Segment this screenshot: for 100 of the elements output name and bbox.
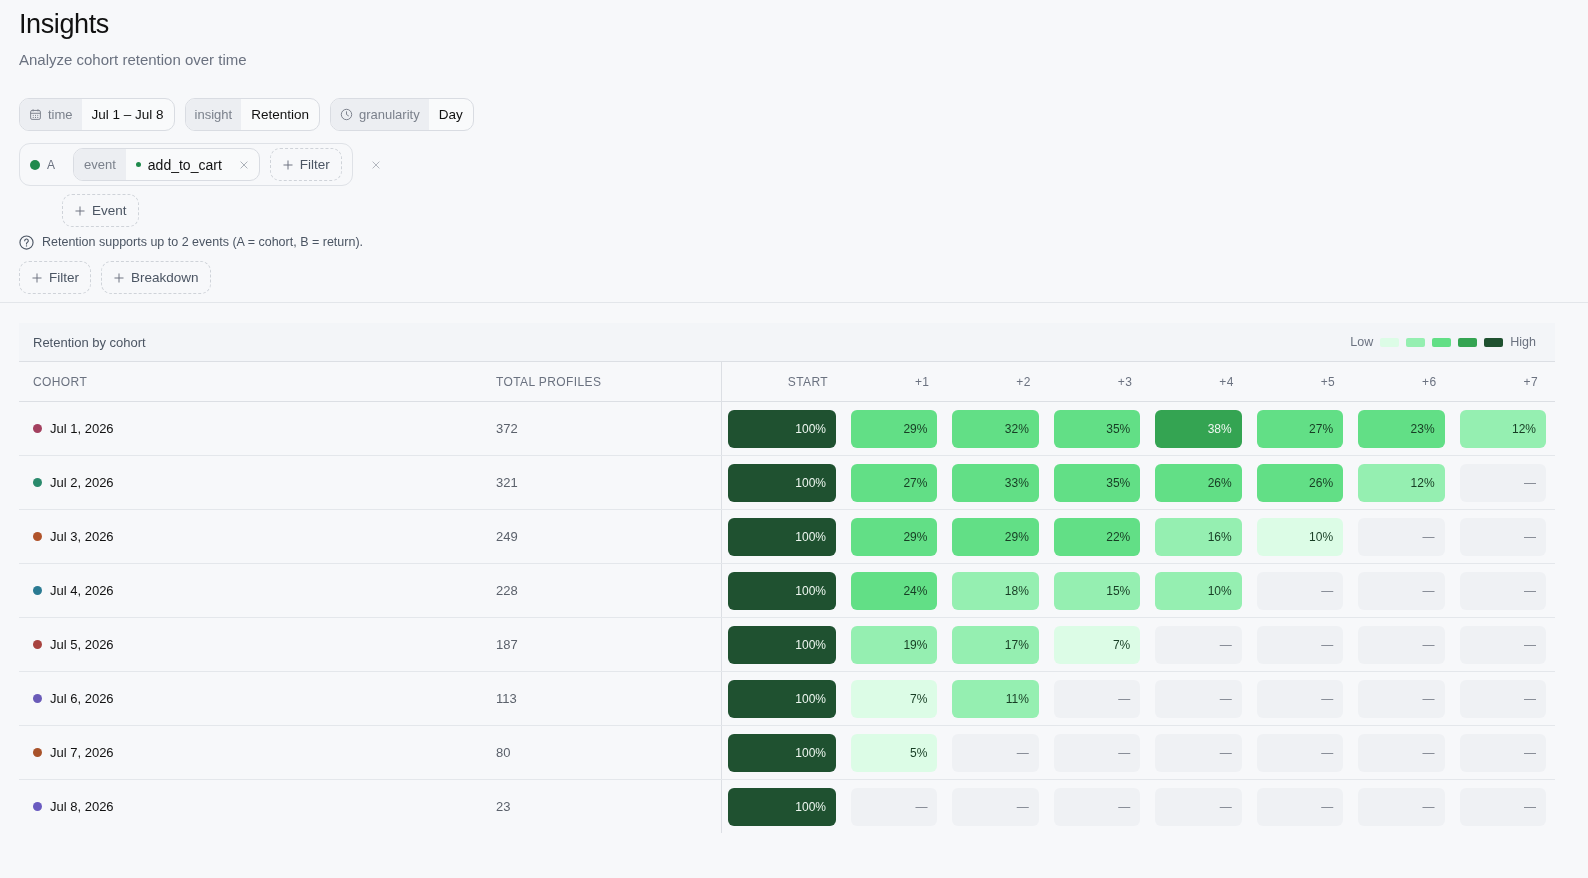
retention-cell: 33% xyxy=(952,463,1039,502)
empty-cell: — xyxy=(1358,517,1445,556)
add-filter-button[interactable]: Filter xyxy=(19,261,91,294)
plus-icon xyxy=(31,271,43,284)
date-range-selector[interactable]: time Jul 1 – Jul 8 xyxy=(19,98,175,131)
calendar-icon xyxy=(29,108,42,121)
column-header: TOTAL PROFILES xyxy=(496,374,602,389)
empty-cell: — xyxy=(952,733,1039,772)
retention-cell: 10% xyxy=(1256,517,1344,556)
empty-cell: — xyxy=(1053,679,1141,718)
column-header: +2 xyxy=(1016,374,1031,389)
empty-cell: — xyxy=(1358,733,1445,772)
retention-cell: 5% xyxy=(851,733,938,772)
retention-cell: 100% xyxy=(728,787,836,826)
retention-cell: 23% xyxy=(1358,409,1445,448)
retention-cell: 16% xyxy=(1155,517,1242,556)
empty-cell: — xyxy=(1358,679,1445,718)
profile-count: 372 xyxy=(496,421,518,436)
hint-text: Retention supports up to 2 events (A = cohort, B = return). xyxy=(42,235,363,249)
help-icon xyxy=(19,234,34,250)
empty-cell: — xyxy=(1358,787,1445,826)
profile-count: 80 xyxy=(496,745,511,760)
retention-cell: 7% xyxy=(1053,625,1141,664)
empty-cell: — xyxy=(1256,679,1344,718)
empty-cell: — xyxy=(1256,733,1344,772)
column-header: START xyxy=(787,374,828,389)
empty-cell: — xyxy=(1155,679,1242,718)
retention-cell: 12% xyxy=(1358,463,1445,502)
profile-count: 249 xyxy=(496,529,518,544)
retention-cell: 27% xyxy=(851,463,938,502)
retention-cell: 27% xyxy=(1256,409,1344,448)
profile-count: 228 xyxy=(496,583,518,598)
retention-cell: 100% xyxy=(728,733,836,772)
legend-label: High xyxy=(1510,335,1536,349)
granularity-selector[interactable]: granularity Day xyxy=(330,98,474,131)
cohort-date: Jul 6, 2026 xyxy=(50,691,114,706)
empty-cell: — xyxy=(952,787,1039,826)
plus-icon xyxy=(74,204,86,217)
legend-label: Low xyxy=(1350,335,1374,349)
insight-selector[interactable]: insight Retention xyxy=(184,98,320,131)
empty-cell: — xyxy=(1053,733,1141,772)
column-header: +4 xyxy=(1219,374,1234,389)
retention-cell: 100% xyxy=(728,625,836,664)
retention-cell: 22% xyxy=(1053,517,1141,556)
cohort-date: Jul 2, 2026 xyxy=(50,475,114,490)
add-event-button[interactable]: Event xyxy=(62,194,139,227)
column-header: +7 xyxy=(1523,374,1538,389)
empty-cell: — xyxy=(1155,787,1242,826)
cohort-date: Jul 1, 2026 xyxy=(50,421,114,436)
cohort-date: Jul 8, 2026 xyxy=(50,799,114,814)
plus-icon xyxy=(113,271,125,284)
retention-cell: 7% xyxy=(851,679,938,718)
profile-count: 187 xyxy=(496,637,518,652)
empty-cell: — xyxy=(1155,733,1242,772)
retention-cell: 26% xyxy=(1155,463,1242,502)
retention-cell: 11% xyxy=(952,679,1039,718)
column-header: +1 xyxy=(914,374,930,389)
page-title: Insights xyxy=(19,8,109,40)
profile-count: 113 xyxy=(496,691,517,706)
table-title: Retention by cohort xyxy=(33,334,146,350)
retention-cell: 15% xyxy=(1053,571,1141,610)
empty-cell: — xyxy=(851,787,938,826)
empty-cell: — xyxy=(1155,625,1242,664)
retention-cell: 100% xyxy=(728,409,836,448)
page-subtitle: Analyze cohort retention over time xyxy=(19,50,247,70)
empty-cell: — xyxy=(1358,625,1445,664)
retention-cell: 26% xyxy=(1256,463,1344,502)
empty-cell: — xyxy=(1358,571,1445,610)
empty-cell: — xyxy=(1459,463,1546,502)
retention-cell: 12% xyxy=(1459,409,1546,448)
cohort-date: Jul 4, 2026 xyxy=(50,583,114,598)
empty-cell: — xyxy=(1053,787,1141,826)
column-header: COHORT xyxy=(33,374,88,389)
cohort-date: Jul 7, 2026 xyxy=(50,745,114,760)
empty-cell: — xyxy=(1459,571,1546,610)
empty-cell: — xyxy=(1459,625,1546,664)
column-header: +3 xyxy=(1117,374,1133,389)
retention-cell: 10% xyxy=(1155,571,1242,610)
event-chip[interactable]: event add_to_cart xyxy=(73,148,260,181)
add-breakdown-button[interactable]: Breakdown xyxy=(101,261,211,294)
column-header: +6 xyxy=(1422,374,1437,389)
retention-cell: 100% xyxy=(728,679,836,718)
empty-cell: — xyxy=(1256,625,1344,664)
close-icon[interactable] xyxy=(370,159,381,170)
retention-cell: 29% xyxy=(851,517,938,556)
retention-cell: 29% xyxy=(851,409,938,448)
retention-cell: 100% xyxy=(728,571,836,610)
close-icon[interactable] xyxy=(238,159,249,170)
profile-count: 321 xyxy=(496,475,518,490)
column-header: +5 xyxy=(1320,374,1336,389)
empty-cell: — xyxy=(1256,571,1344,610)
retention-cell: 24% xyxy=(851,571,938,610)
retention-cell: 17% xyxy=(952,625,1039,664)
add-filter-button[interactable]: Filter xyxy=(269,148,342,181)
retention-cell: 32% xyxy=(952,409,1039,448)
profile-count: 23 xyxy=(496,799,511,814)
plus-icon xyxy=(281,158,294,171)
retention-cell: 29% xyxy=(952,517,1039,556)
retention-cell: 18% xyxy=(952,571,1039,610)
cohort-date: Jul 3, 2026 xyxy=(50,529,114,544)
